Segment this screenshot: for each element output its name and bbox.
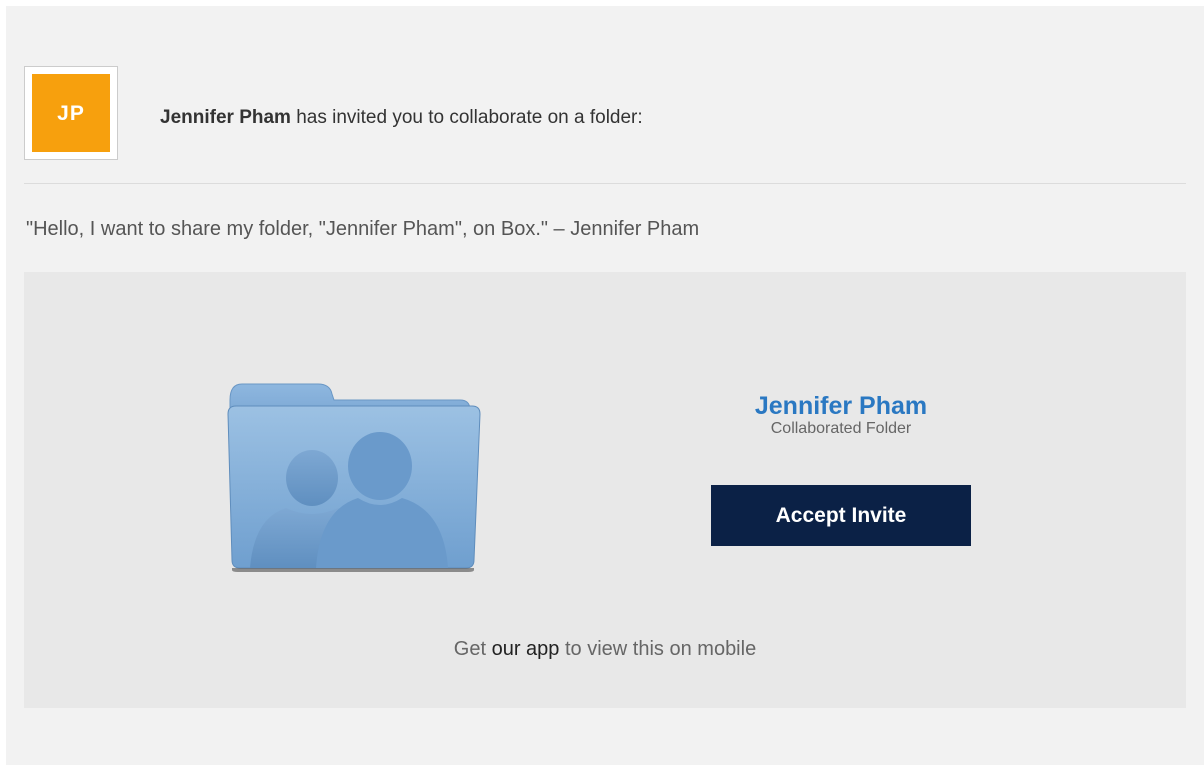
avatar: JP [32,74,110,152]
inviter-name: Jennifer Pham [160,107,291,128]
our-app-link[interactable]: our app [492,638,560,660]
folder-card: Jennifer Pham Collaborated Folder Accept… [24,272,1186,708]
shared-folder-icon [227,383,481,572]
folder-name[interactable]: Jennifer Pham [711,392,971,420]
divider [24,183,1186,184]
invite-message: "Hello, I want to share my folder, "Jenn… [26,218,700,240]
invite-header: JP Jennifer Pham has invited you to coll… [24,66,1186,170]
email-page: JP Jennifer Pham has invited you to coll… [6,6,1204,765]
accept-invite-button[interactable]: Accept Invite [711,485,971,546]
invite-line: Jennifer Pham has invited you to collabo… [160,107,643,129]
avatar-frame: JP [24,66,118,160]
mobile-prefix: Get [453,638,492,660]
mobile-suffix: to view this on mobile [559,638,757,660]
folder-info: Jennifer Pham Collaborated Folder [711,392,971,438]
mobile-app-line: Get our app to view this on mobile [24,638,1186,661]
invite-text: has invited you to collaborate on a fold… [290,107,643,128]
folder-subtitle: Collaborated Folder [770,420,912,437]
